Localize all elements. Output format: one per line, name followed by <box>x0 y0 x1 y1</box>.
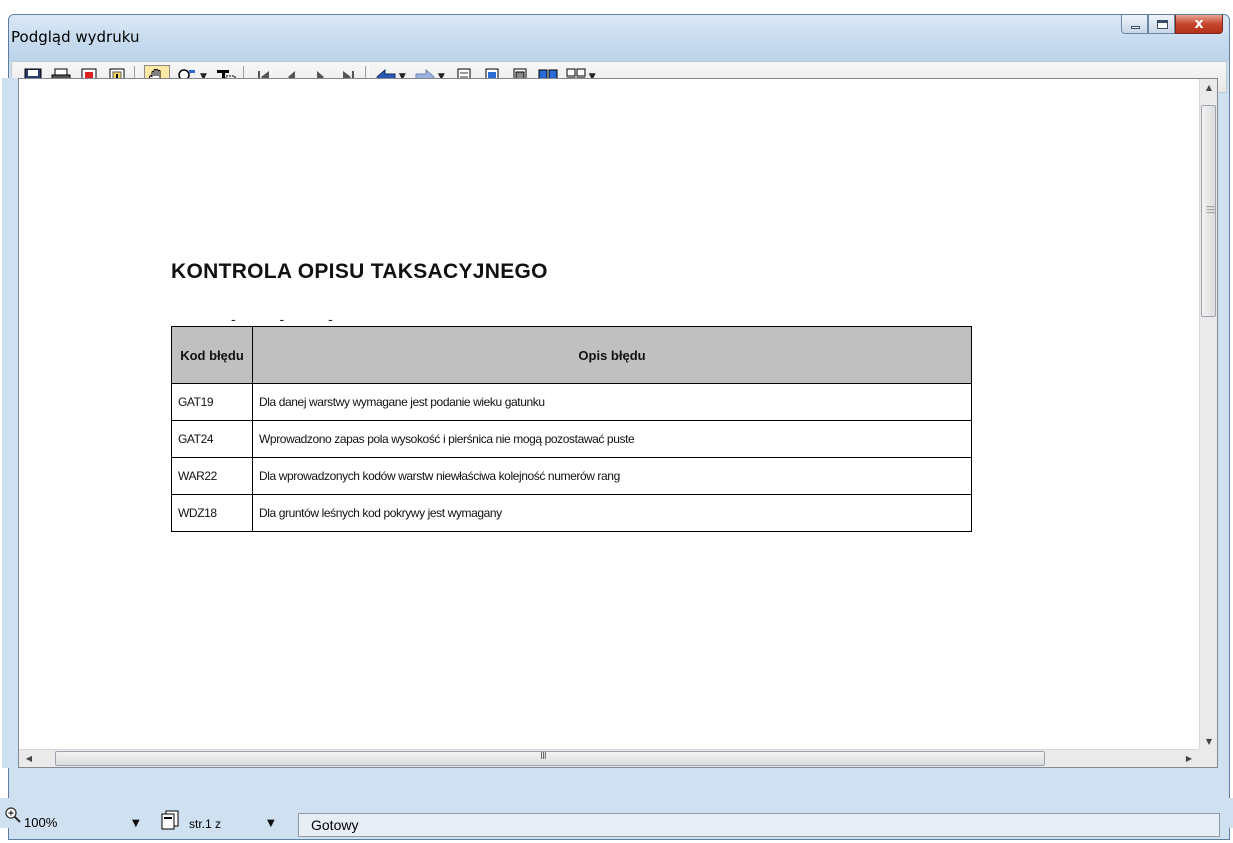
table-row: GAT24 Wprowadzono zapas pola wysokość i … <box>171 420 972 458</box>
page-dropdown-arrow[interactable]: ▼ <box>267 818 275 829</box>
vertical-scroll-thumb[interactable]: — — — <box>1201 105 1216 317</box>
error-description: Dla gruntów leśnych kod pokrywy jest wym… <box>252 494 972 532</box>
zoom-dropdown-arrow[interactable]: ▼ <box>132 818 140 829</box>
close-icon: x <box>1194 16 1204 32</box>
left-border <box>2 78 18 768</box>
grip-icon: III <box>540 751 547 762</box>
close-button[interactable]: x <box>1175 15 1223 34</box>
error-code: WDZ18 <box>171 494 253 532</box>
grip-icon: — — — <box>1206 202 1215 218</box>
scroll-corner <box>1199 749 1217 767</box>
error-description: Dla wprowadzonych kodów warstw niewłaści… <box>252 457 972 495</box>
horizontal-scrollbar[interactable]: ◀ III ▶ <box>19 749 1217 767</box>
horizontal-scroll-thumb[interactable]: III <box>55 751 1045 766</box>
table-row: WDZ18 Dla gruntów leśnych kod pokrywy je… <box>171 494 972 532</box>
scroll-right-icon[interactable]: ▶ <box>1181 750 1197 767</box>
vertical-scrollbar[interactable]: ▲ — — — ▼ <box>1199 79 1217 751</box>
pages-icon <box>161 810 179 830</box>
status-text: Gotowy <box>298 813 1220 837</box>
scroll-left-icon[interactable]: ◀ <box>21 750 37 767</box>
preview-area[interactable]: KONTROLA OPISU TAKSACYJNEGO - - - Kod bł… <box>18 78 1218 768</box>
table-row: GAT19 Dla danej warstwy wymagane jest po… <box>171 383 972 421</box>
errors-table: Kod błędu Opis błędu GAT19 Dla danej war… <box>171 326 972 532</box>
error-code: WAR22 <box>171 457 253 495</box>
error-code: GAT19 <box>171 383 253 421</box>
maximize-button[interactable] <box>1148 15 1175 34</box>
error-description: Dla danej warstwy wymagane jest podanie … <box>252 383 972 421</box>
report-title: KONTROLA OPISU TAKSACYJNEGO <box>171 260 548 283</box>
page-select[interactable]: str.1 z <box>189 817 221 831</box>
table-row: WAR22 Dla wprowadzonych kodów warstw nie… <box>171 457 972 495</box>
error-description: Wprowadzono zapas pola wysokość i pierśn… <box>252 420 972 458</box>
maximize-icon <box>1157 20 1168 29</box>
scroll-up-icon[interactable]: ▲ <box>1200 79 1217 97</box>
zoom-select[interactable]: 100% <box>24 815 57 830</box>
minimize-button[interactable] <box>1121 15 1148 34</box>
column-header-code: Kod błędu <box>171 326 253 384</box>
error-code: GAT24 <box>171 420 253 458</box>
table-header-row: Kod błędu Opis błędu <box>171 326 972 384</box>
title-bar[interactable]: Podgląd wydruku x <box>9 15 1229 61</box>
caption-buttons: x <box>1121 15 1223 35</box>
report-subtitle-dashes: - - - <box>231 311 333 327</box>
column-header-description: Opis błędu <box>252 326 972 384</box>
zoom-icon <box>5 807 21 823</box>
minimize-icon <box>1131 26 1140 29</box>
window-title: Podgląd wydruku <box>11 28 140 46</box>
